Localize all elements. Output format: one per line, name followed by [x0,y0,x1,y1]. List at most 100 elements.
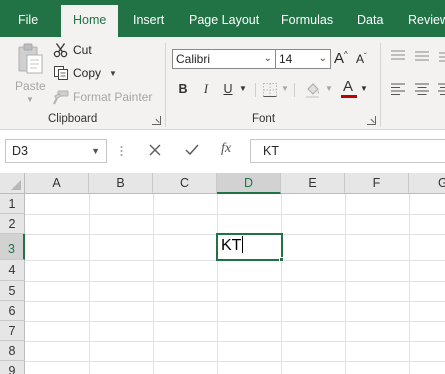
divider [294,83,295,97]
row-header-1[interactable]: 1 [0,194,25,214]
column-header-e[interactable]: E [281,173,345,194]
text-cursor [242,236,244,253]
ribbon-tab-bar: File Home Insert Page Layout Formulas Da… [0,0,445,37]
gridline [25,214,445,215]
cell-value: KT [221,237,242,254]
resize-handle-icon[interactable] [120,145,123,157]
row-header-9[interactable]: 9 [0,361,25,374]
borders-button[interactable] [262,82,278,101]
align-left-button[interactable] [390,82,406,99]
font-dialog-launcher-icon[interactable] [367,116,376,125]
copy-dropdown-icon[interactable]: ▼ [109,69,117,78]
clipboard-group-label: Clipboard [48,113,98,125]
font-group-label: Font [252,113,276,125]
tab-file[interactable]: File [18,0,38,37]
align-right-button[interactable] [438,82,445,99]
insert-function-button[interactable]: fx [221,141,231,157]
align-bottom-button[interactable] [438,49,445,66]
worksheet-grid: A B C D E F G 1 2 3 4 5 6 7 8 9 KT [0,173,445,374]
column-header-c[interactable]: C [153,173,217,194]
row-header-6[interactable]: 6 [0,301,25,321]
tab-page-layout[interactable]: Page Layout [189,0,259,37]
divider [255,83,256,97]
increase-font-size-button[interactable]: A ^ [334,50,348,67]
checkmark-icon [185,144,199,156]
font-size-dropdown[interactable]: 14 ⌄ [275,49,331,69]
align-center-button[interactable] [414,82,430,99]
gridline [409,194,410,374]
column-header-f[interactable]: F [345,173,409,194]
row-header-3[interactable]: 3 [0,234,25,260]
name-box[interactable]: D3 ▼ [5,139,107,163]
gridline [345,194,346,374]
font-name-value: Calibri [176,52,211,66]
paste-dropdown-icon[interactable]: ▼ [26,95,34,104]
format-painter-button[interactable]: Format Painter [53,89,152,105]
bold-button[interactable]: B [176,81,190,97]
gridline [89,194,90,374]
align-top-icon [391,50,405,60]
paste-label[interactable]: Paste [15,79,46,93]
cut-label: Cut [73,43,92,57]
align-center-icon [415,83,429,95]
formula-bar: D3 ▼ fx KT [0,131,445,173]
row-header-2[interactable]: 2 [0,214,25,234]
active-cell-d3[interactable]: KT [216,233,283,261]
font-color-swatch [341,95,357,98]
tab-review[interactable]: Review [408,0,445,37]
scissors-icon [53,42,69,58]
underline-dropdown-icon[interactable]: ▼ [238,81,248,97]
name-box-value: D3 [12,144,28,158]
tab-data[interactable]: Data [357,0,383,37]
font-color-letter: A [343,78,354,95]
italic-button[interactable]: I [199,81,213,97]
copy-icon [53,65,69,81]
gridline [25,281,445,282]
align-middle-button[interactable] [414,49,430,66]
row-header-4[interactable]: 4 [0,260,25,281]
row-header-5[interactable]: 5 [0,281,25,301]
formula-input[interactable]: KT [250,139,445,163]
align-top-button[interactable] [390,49,406,66]
align-left-icon [391,83,405,95]
tab-home[interactable]: Home [61,5,119,37]
tab-insert[interactable]: Insert [133,0,164,37]
fill-handle[interactable] [279,257,284,262]
column-header-a[interactable]: A [25,173,89,194]
copy-label: Copy [73,66,102,80]
paint-bucket-icon [306,83,320,98]
select-all-button[interactable] [0,173,25,194]
cut-button[interactable]: Cut [53,42,92,58]
align-right-icon [438,83,445,95]
close-icon [149,144,161,156]
font-size-value: 14 [279,52,293,66]
paste-button[interactable] [16,43,44,75]
decrease-font-size-button[interactable]: A ˇ [356,52,367,67]
gridline [25,321,445,322]
row-header-7[interactable]: 7 [0,321,25,341]
gridline [25,301,445,302]
tab-formulas[interactable]: Formulas [281,0,333,37]
gridline [153,194,154,374]
column-header-d[interactable]: D [217,173,281,194]
clipboard-dialog-launcher-icon[interactable] [152,116,161,125]
gridline [217,194,218,374]
cancel-entry-button[interactable] [148,143,162,161]
gridline [281,194,282,374]
copy-button[interactable]: Copy ▼ [53,65,117,81]
row-header-8[interactable]: 8 [0,341,25,361]
column-header-b[interactable]: B [89,173,153,194]
fill-color-button[interactable] [304,81,322,102]
borders-dropdown-icon[interactable]: ▼ [281,81,289,97]
confirm-entry-button[interactable] [184,143,200,161]
column-header-g[interactable]: G [409,173,445,194]
font-color-button[interactable]: A [340,78,358,98]
font-color-dropdown-icon[interactable]: ▼ [360,81,368,97]
underline-button[interactable]: U [221,81,235,97]
align-middle-icon [415,51,429,61]
chevron-down-icon[interactable]: ▼ [91,140,100,162]
font-name-dropdown[interactable]: Calibri ⌄ [172,49,276,69]
shrink-font-icon: A [356,52,365,66]
gridline [25,341,445,342]
fill-color-dropdown-icon[interactable]: ▼ [325,81,333,97]
